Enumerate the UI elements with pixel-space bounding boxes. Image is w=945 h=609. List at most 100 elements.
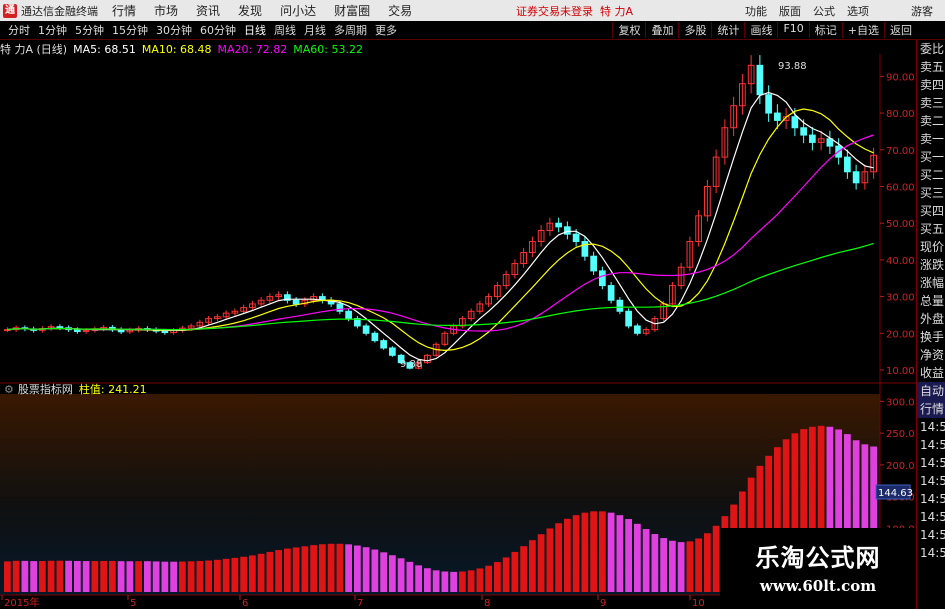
period-daily[interactable]: 日线 [244, 22, 266, 38]
price-tick-label: 80.00 [886, 109, 915, 120]
side-item[interactable]: 买二 [917, 166, 945, 184]
menu-jiaoyi[interactable]: 交易 [388, 2, 412, 19]
indicator-bar [205, 560, 212, 592]
x-tick-label: 7 [357, 598, 363, 609]
candle-body [345, 310, 352, 320]
candle-body [581, 241, 589, 257]
indicator-bar [170, 561, 177, 592]
indicator-bar [74, 560, 81, 592]
indicator-bar [572, 515, 580, 592]
side-item[interactable]: 收益 [917, 364, 945, 382]
period-30min[interactable]: 30分钟 [156, 22, 192, 38]
side-item[interactable]: 买一 [917, 148, 945, 166]
candle-body [844, 156, 851, 173]
menu-shichang[interactable]: 市场 [154, 2, 178, 19]
btn-f10[interactable]: F10 [777, 22, 808, 38]
low-price-label: 9.88 [400, 359, 422, 370]
menu-zixun[interactable]: 资讯 [196, 2, 220, 19]
indicator-bar [590, 511, 597, 592]
side-item[interactable]: 换手 [917, 328, 945, 346]
indicator-bar [529, 540, 536, 592]
btn-zixuan[interactable]: +自选 [841, 22, 884, 38]
indicator-bar [677, 542, 685, 592]
app-name: 通达信金融终端 [21, 4, 98, 18]
indicator-header: ⚙ 股票指标网 柱值: 241.21 [0, 382, 147, 397]
side-item[interactable]: 现价 [917, 238, 945, 256]
indicator-bar [555, 523, 562, 592]
ma10-line [7, 108, 874, 352]
side-item[interactable]: 净资 [917, 346, 945, 364]
menu-caifuquan[interactable]: 财富圈 [334, 2, 370, 19]
side-item[interactable]: 卖二 [917, 112, 945, 130]
candle-body [765, 94, 772, 114]
side-time: 14:50 [920, 456, 945, 470]
period-5min[interactable]: 5分钟 [75, 22, 104, 38]
side-item[interactable]: 总量 [917, 292, 945, 310]
side-item[interactable]: 自动 [917, 382, 945, 400]
btn-tongji[interactable]: 统计 [711, 22, 744, 38]
menu-gongshi[interactable]: 公式 [813, 3, 835, 19]
btn-diejia[interactable]: 叠加 [645, 22, 678, 38]
side-item[interactable]: 行情 [917, 400, 945, 418]
indicator-bar [354, 545, 361, 592]
indicator-bar [240, 556, 247, 592]
indicator-bar [56, 560, 64, 592]
indicator-bar [47, 560, 55, 592]
period-monthly[interactable]: 月线 [304, 22, 326, 38]
price-tick-label: 50.00 [886, 219, 915, 230]
side-item[interactable]: 买三 [917, 184, 945, 202]
period-15min[interactable]: 15分钟 [112, 22, 148, 38]
btn-fanhui[interactable]: 返回 [884, 22, 917, 38]
period-weekly[interactable]: 周线 [274, 22, 296, 38]
menu-gongneng[interactable]: 功能 [745, 3, 767, 19]
watermark-cn: 乐淘公式网 [755, 544, 881, 572]
btn-biaoji[interactable]: 标记 [808, 22, 842, 38]
side-item[interactable]: 委比 [917, 40, 945, 58]
indicator-bar [537, 534, 545, 592]
indicator-bar [397, 558, 405, 592]
btn-fuquan[interactable]: 复权 [612, 22, 645, 38]
indicator-tick-label: 300.0 [886, 397, 915, 408]
login-status[interactable]: 证券交易未登录 特 力A [516, 3, 633, 19]
side-item[interactable]: 卖三 [917, 94, 945, 112]
menu-xuanxiang[interactable]: 选项 [847, 3, 869, 19]
side-item[interactable]: 卖五 [917, 58, 945, 76]
indicator-bar [450, 571, 457, 592]
period-multi[interactable]: 多周期 [334, 22, 367, 38]
menu-hangqing[interactable]: 行情 [112, 2, 136, 19]
guest-label[interactable]: 游客 [911, 3, 933, 19]
indicator-bar [12, 560, 20, 592]
candle-body [774, 112, 781, 121]
btn-huaxian[interactable]: 画线 [744, 22, 777, 38]
side-item[interactable]: 买四 [917, 202, 945, 220]
settings-icon[interactable]: ⚙ [4, 383, 14, 396]
indicator-bar [371, 549, 379, 592]
kline-chart[interactable]: 90.00 80.00 70.00 60.00 50.00 40.00 30.00 20.00… [0, 40, 916, 609]
btn-duogu[interactable]: 多股 [678, 22, 711, 38]
side-item[interactable]: 外盘 [917, 310, 945, 328]
menu-wenxiaoda[interactable]: 问小达 [280, 2, 316, 19]
period-toolbar: 分时 1分钟 5分钟 15分钟 30分钟 60分钟 日线 周线 月线 多周期 更… [0, 21, 945, 40]
side-item[interactable]: 涨跌 [917, 256, 945, 274]
side-item[interactable]: 涨幅 [917, 274, 945, 292]
x-tick-label: 2015年 [4, 596, 39, 609]
indicator-bar [389, 555, 396, 592]
indicator-bar [109, 560, 116, 592]
current-value-label: 144.63 [878, 488, 913, 499]
side-time: 14:50 [920, 474, 945, 488]
quote-side-panel: 委比 卖五 卖四 卖三 卖二 卖一 买一 买二 买三 买四 买五 现价 涨跌 涨… [916, 40, 945, 609]
side-item[interactable]: 卖一 [917, 130, 945, 148]
x-tick-label: 6 [242, 598, 248, 609]
candle-body [852, 171, 860, 184]
period-fenshi[interactable]: 分时 [8, 22, 30, 38]
period-60min[interactable]: 60分钟 [200, 22, 236, 38]
side-item[interactable]: 买五 [917, 220, 945, 238]
menu-faxian[interactable]: 发现 [238, 2, 262, 19]
indicator-bar [214, 559, 221, 592]
menu-banmian[interactable]: 版面 [779, 3, 801, 19]
side-item[interactable]: 卖四 [917, 76, 945, 94]
period-more[interactable]: 更多 [375, 22, 397, 38]
period-1min[interactable]: 1分钟 [38, 22, 67, 38]
indicator-bar [432, 570, 440, 592]
price-tick-label: 90.00 [886, 72, 915, 83]
